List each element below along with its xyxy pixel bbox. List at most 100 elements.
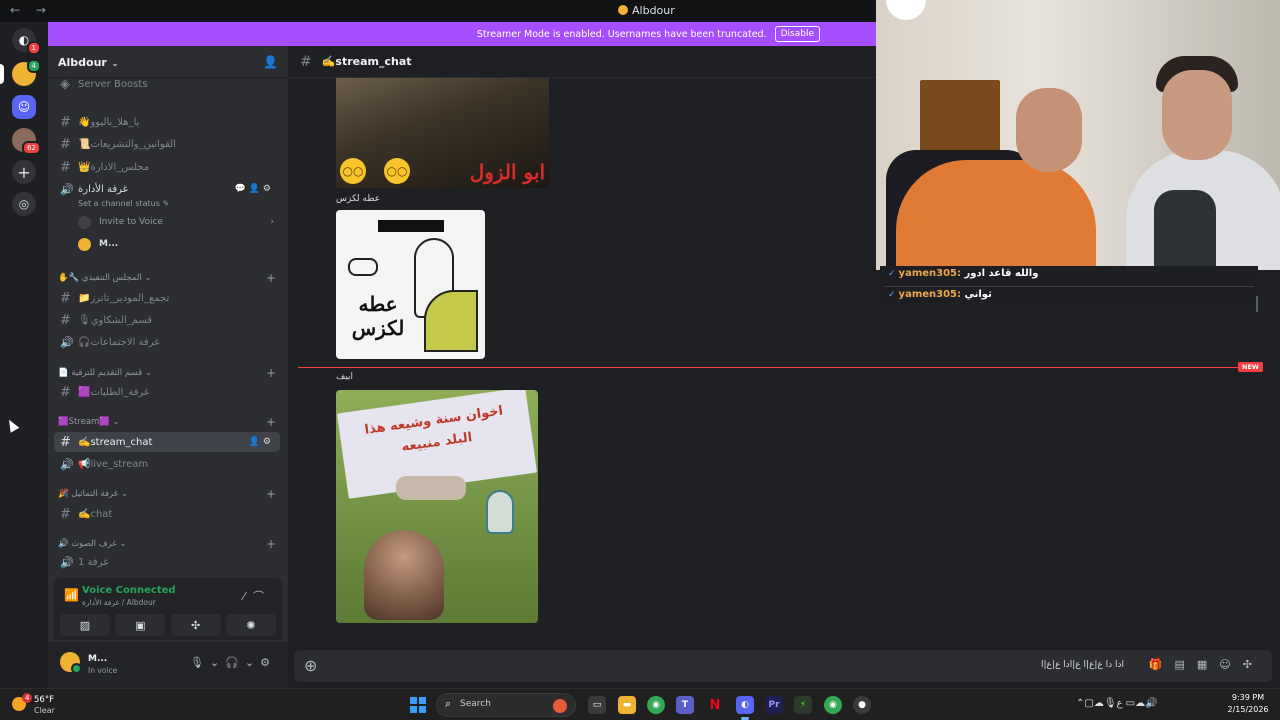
- plus-icon[interactable]: +: [266, 366, 276, 380]
- message-image[interactable]: عطه لكزس: [336, 210, 485, 359]
- plus-icon[interactable]: +: [266, 271, 276, 285]
- scrollbar[interactable]: [1256, 296, 1258, 312]
- channel-label: 📁تجمع_المودير_تاترز: [78, 292, 170, 304]
- taskbar-search[interactable]: ⌕ Search: [436, 693, 576, 717]
- robot-icon: ☺: [17, 100, 31, 114]
- category-voice-rooms[interactable]: 🔊 غرف الصوت ⌄ +: [58, 537, 280, 551]
- premiere-icon[interactable]: Pr: [765, 696, 783, 714]
- server-avatar[interactable]: 62: [12, 128, 41, 155]
- server-boosts[interactable]: ◈ Server Boosts: [54, 74, 280, 94]
- obs-icon[interactable]: ●: [853, 696, 871, 714]
- channel-title: ✍️stream_chat: [321, 55, 412, 68]
- soundboard-button[interactable]: ✺: [225, 614, 276, 636]
- signal-icon[interactable]: 📶: [64, 588, 79, 602]
- image-caption: عطه لكزس: [351, 292, 405, 340]
- server1-badge: 4: [26, 59, 41, 73]
- channel-label: ✍️chat: [78, 508, 113, 520]
- invite-people-icon[interactable]: 👤: [263, 55, 278, 69]
- plus-icon[interactable]: +: [266, 537, 276, 551]
- disable-button[interactable]: Disable: [774, 26, 820, 42]
- channel-label: ✍️stream_chat: [78, 436, 153, 448]
- chrome-profile-icon[interactable]: ◉: [824, 696, 842, 714]
- voice-actions[interactable]: ⁄⌒: [243, 588, 272, 604]
- chat-user: yamen305:: [898, 289, 962, 300]
- invite-icon: [78, 215, 91, 229]
- new-messages-divider: [298, 367, 1238, 368]
- channel-complaints[interactable]: # 🎙قسم_الشكاوي: [54, 310, 280, 330]
- message-composer[interactable]: ⊕ ادا دا ع|ع|ا ع|ادا ع|ع|ا 🎁▤▦☺✣: [294, 650, 1272, 682]
- file-explorer-icon[interactable]: ▬: [618, 696, 636, 714]
- microphone: [1154, 190, 1216, 270]
- invite-to-voice[interactable]: Invite to Voice ›: [78, 213, 278, 231]
- nav-arrows[interactable]: ← →: [10, 3, 52, 17]
- app-green-icon[interactable]: ⚡: [794, 696, 812, 714]
- server-albdour[interactable]: 4: [12, 59, 41, 86]
- category-applications[interactable]: 📄 قسم التقديم للترقية ⌄ +: [58, 366, 280, 380]
- direct-messages-button[interactable]: ◐ 1: [12, 28, 41, 55]
- voice-status[interactable]: Voice Connected: [82, 585, 176, 596]
- voice-channel-live-stream[interactable]: 🔊 📢live_stream: [54, 454, 280, 474]
- teams-icon[interactable]: T: [676, 696, 694, 714]
- voice-user[interactable]: M...: [78, 235, 278, 253]
- channel-actions[interactable]: 💬👤⚙: [235, 184, 274, 194]
- chrome-icon[interactable]: ◉: [647, 696, 665, 714]
- speaker-icon: 🔊: [60, 555, 74, 569]
- camera-off-button[interactable]: ▨: [60, 614, 110, 636]
- weather-widget[interactable]: 4 56°F Clear: [12, 693, 82, 717]
- message-text: عطه لكزس: [336, 194, 381, 204]
- clock[interactable]: 9:39 PM 2/15/2026: [1226, 692, 1270, 716]
- chevron-down-icon: ⌄: [108, 59, 119, 68]
- composer-text[interactable]: ادا دا ع|ع|ا ع|ادا ع|ع|ا: [1041, 660, 1124, 670]
- plus-icon[interactable]: +: [266, 415, 276, 429]
- task-view-icon[interactable]: ▭: [588, 696, 606, 714]
- compass-icon: ◎: [18, 197, 30, 211]
- hash-icon: #: [60, 136, 71, 152]
- plus-icon[interactable]: +: [266, 487, 276, 501]
- chat-user: yamen305:: [898, 268, 962, 279]
- channel-stream-chat[interactable]: # ✍️stream_chat 👤⚙: [54, 432, 280, 452]
- user-controls[interactable]: 🎙⌄🎧⌄⚙: [190, 656, 276, 669]
- discord-icon[interactable]: ◐: [736, 696, 754, 720]
- window-title: Albdour: [618, 4, 675, 17]
- voice-channel-admin[interactable]: 🔊 غرفة الأدارة 💬👤⚙: [54, 179, 280, 199]
- flushed-emoji-icon: ○○: [340, 158, 366, 184]
- new-badge: NEW: [1238, 362, 1264, 372]
- voice-channel-room-1[interactable]: 🔊 غرفة 1: [54, 552, 280, 572]
- category-stream[interactable]: 🟪Stream🟪 ⌄ +: [58, 415, 280, 429]
- channel-rules[interactable]: # 📜القوانين_والتشريعات: [54, 134, 280, 154]
- webcam-overlay: [876, 0, 1280, 270]
- system-tray[interactable]: ⌃▢☁🎙ع ▭☁🔊: [1076, 698, 1158, 709]
- avatar[interactable]: [60, 652, 82, 674]
- start-button[interactable]: [410, 697, 426, 713]
- activities-button[interactable]: ✣: [170, 614, 221, 636]
- hash-icon: #: [60, 114, 71, 130]
- screen-share-button[interactable]: ▣: [115, 614, 166, 636]
- voice-channel-meetings[interactable]: 🔊 🎧غرفة الاجتماعات: [54, 332, 280, 352]
- composer-actions[interactable]: 🎁▤▦☺✣: [1149, 658, 1264, 671]
- channel-admin-council[interactable]: # 👑مجلس_الادارة: [54, 157, 280, 177]
- plus-icon[interactable]: ⊕: [304, 656, 317, 675]
- add-server-button[interactable]: +: [12, 160, 36, 184]
- channel-welcome[interactable]: # 👋يا_هلا_باليوو: [54, 112, 280, 132]
- channel-moderators[interactable]: # 📁تجمع_المودير_تاترز: [54, 288, 280, 308]
- channel-requests[interactable]: # 🟪غرفة_الطلبات: [54, 382, 280, 402]
- speaker-icon: 🔊: [60, 335, 74, 349]
- flushed-emoji-icon: ○○: [384, 158, 410, 184]
- person-left: [896, 160, 1096, 270]
- channel-chat[interactable]: # ✍️chat: [54, 504, 280, 524]
- stream-chat-line: ✓ yamen305: والله قاعد ادور: [888, 268, 1038, 279]
- server-robot[interactable]: ☺: [12, 95, 36, 119]
- boost-icon: ◈: [60, 76, 70, 92]
- channel-actions[interactable]: 👤⚙: [249, 437, 274, 447]
- ruins: [396, 476, 466, 500]
- channel-label: 🟪غرفة_الطلبات: [78, 386, 150, 398]
- giant-figure: [364, 530, 444, 620]
- category-executive[interactable]: ✋🔧 المجلس التنفيذي ⌄ +: [58, 271, 280, 285]
- netflix-icon[interactable]: N: [706, 696, 724, 714]
- message-image[interactable]: اخوان سنة وشيعه هذا البلد منبيعه: [336, 390, 538, 623]
- channel-status[interactable]: Set a channel status ✎: [78, 199, 169, 208]
- message-image[interactable]: ○○ ○○ ابو الزول: [336, 78, 549, 188]
- channel-label: 📢live_stream: [78, 458, 149, 470]
- category-statues[interactable]: 🎉 غرفة التماثيل ⌄ +: [58, 487, 280, 501]
- discover-button[interactable]: ◎: [12, 192, 36, 216]
